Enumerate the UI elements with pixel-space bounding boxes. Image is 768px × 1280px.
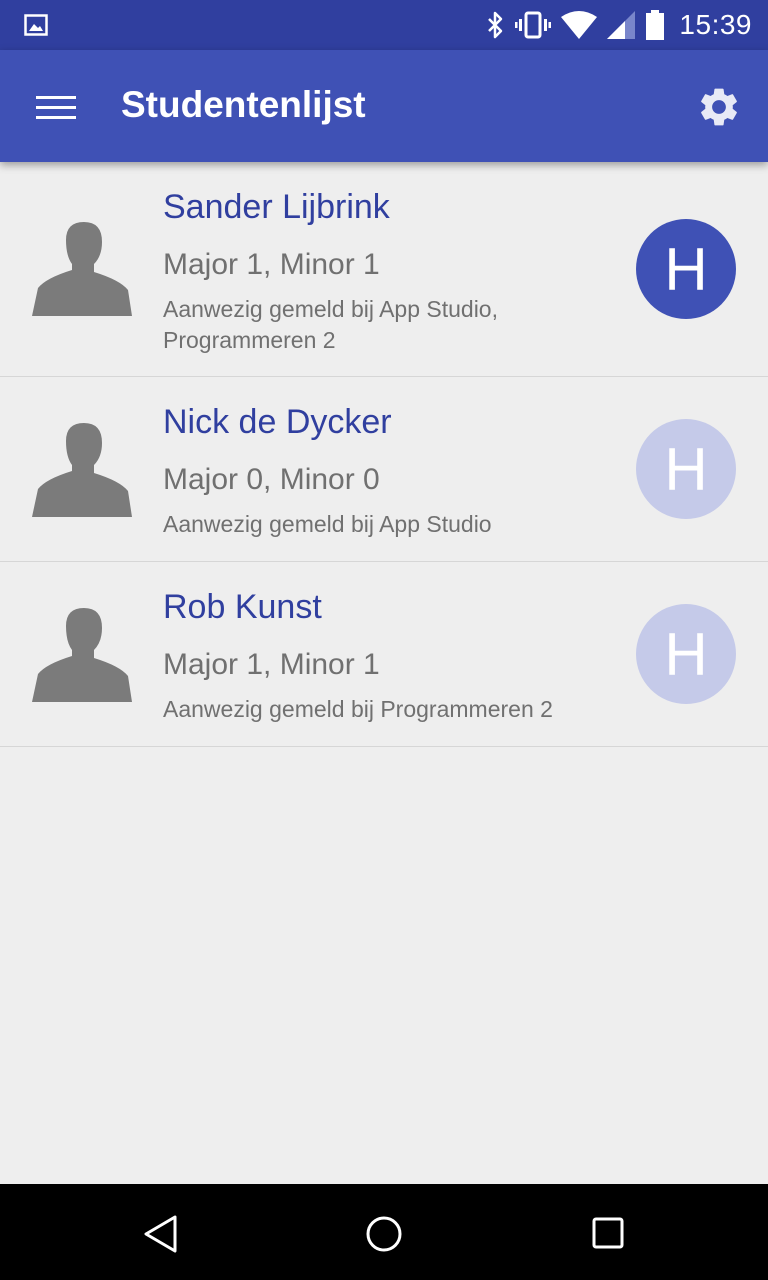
student-row[interactable]: Sander Lijbrink Major 1, Minor 1 Aanwezi… <box>0 162 768 377</box>
battery-icon <box>646 10 665 40</box>
menu-icon[interactable] <box>36 96 76 120</box>
student-stats: Major 1, Minor 1 <box>163 248 380 281</box>
person-silhouette-icon <box>32 423 132 517</box>
vibrate-icon <box>515 11 552 39</box>
navigation-bar <box>0 1184 768 1280</box>
student-row[interactable]: Rob Kunst Major 1, Minor 1 Aanwezig geme… <box>0 562 768 747</box>
student-presence: Aanwezig gemeld bij App Studio <box>163 511 492 537</box>
student-name: Rob Kunst <box>163 588 322 626</box>
wifi-icon <box>561 11 598 39</box>
bluetooth-icon <box>488 11 503 39</box>
home-icon[interactable] <box>366 1214 402 1254</box>
person-silhouette-icon <box>32 608 132 702</box>
page-title: Studentenlijst <box>121 84 366 125</box>
student-stats: Major 1, Minor 1 <box>163 648 380 681</box>
back-icon[interactable] <box>142 1214 178 1254</box>
student-name: Sander Lijbrink <box>163 188 390 226</box>
status-time: 15:39 <box>679 9 752 40</box>
student-list: Sander Lijbrink Major 1, Minor 1 Aanwezi… <box>0 162 768 747</box>
student-presence: Aanwezig gemeld bij App Studio, Programm… <box>163 296 498 353</box>
gallery-icon <box>24 14 48 36</box>
gear-icon[interactable] <box>696 84 742 130</box>
student-name: Nick de Dycker <box>163 403 392 441</box>
presence-badge-button[interactable]: H <box>636 419 736 519</box>
student-stats: Major 0, Minor 0 <box>163 463 380 496</box>
student-presence: Aanwezig gemeld bij Programmeren 2 <box>163 696 553 722</box>
presence-badge-button[interactable]: H <box>636 219 736 319</box>
recents-icon[interactable] <box>592 1214 624 1254</box>
student-row[interactable]: Nick de Dycker Major 0, Minor 0 Aanwezig… <box>0 377 768 562</box>
signal-icon <box>607 11 636 39</box>
app-bar: Studentenlijst <box>0 50 768 162</box>
person-silhouette-icon <box>32 222 132 316</box>
status-bar: 15:39 <box>0 0 768 50</box>
presence-badge-button[interactable]: H <box>636 604 736 704</box>
